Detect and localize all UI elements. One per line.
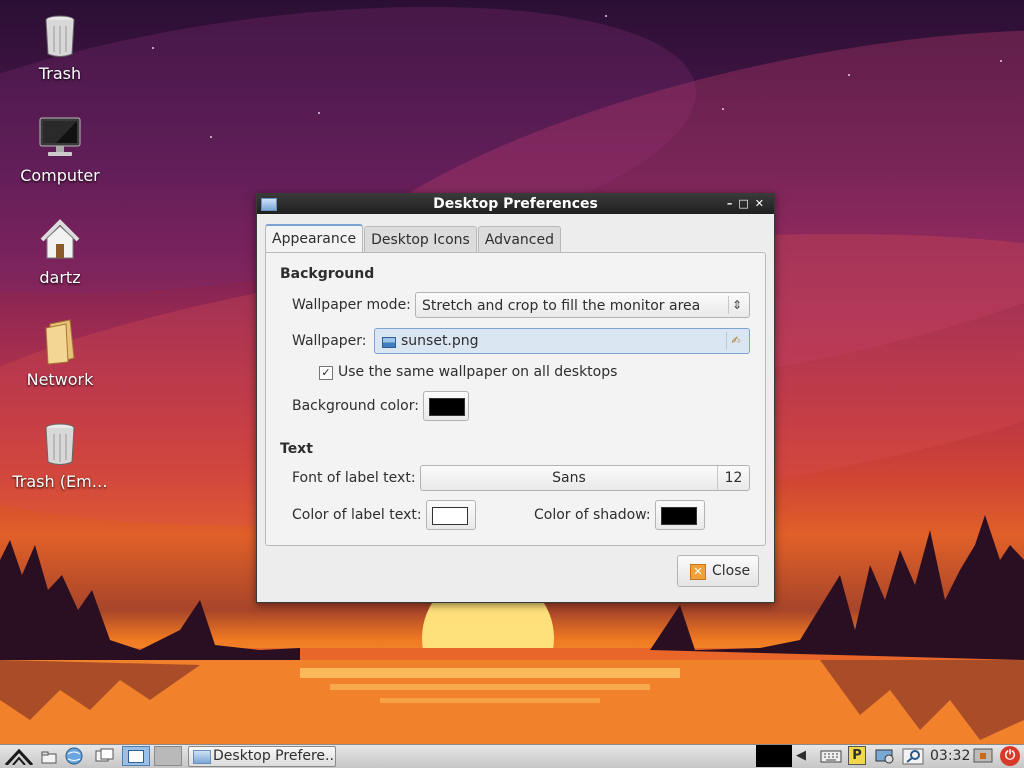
tab-advanced[interactable]: Advanced [477, 226, 561, 253]
tab-appearance[interactable]: Appearance [265, 224, 364, 254]
window-controls: –□✕ [727, 194, 770, 214]
trash-empty-icon [36, 420, 84, 468]
desktop-icon-label: dartz [39, 268, 81, 287]
start-menu-icon[interactable] [4, 747, 34, 765]
desktop-icon-home[interactable]: dartz [5, 216, 115, 287]
tab-bar: Appearance Desktop Icons Advanced [265, 224, 562, 254]
desktop-icon-label: Computer [20, 166, 100, 185]
desktop-icon-label: Network [26, 370, 94, 389]
desktop-icon-label: Trash [38, 64, 82, 83]
desktop-icon-trash-empty[interactable]: Trash (Em… [5, 420, 115, 491]
show-desktop-icon[interactable] [94, 747, 116, 765]
close-button[interactable]: ✕ Close [677, 555, 759, 587]
desktop-preferences-dialog: Desktop Preferences –□✕ Appearance Deskt… [256, 193, 775, 603]
desktop-icon-label: Trash (Em… [12, 472, 108, 491]
network-folder-icon [36, 318, 84, 366]
maximize-icon[interactable]: □ [738, 197, 754, 210]
file-picker-icon: ✍ [726, 332, 745, 350]
window-icon [261, 198, 277, 211]
font-button[interactable]: Sans 12 [420, 465, 750, 491]
shadow-color-label: Color of shadow: [534, 507, 651, 523]
cpu-monitor [756, 745, 792, 767]
close-button-label: Close [712, 563, 751, 579]
close-icon: ✕ [690, 564, 706, 580]
home-folder-icon [36, 216, 84, 264]
image-file-icon [382, 337, 396, 348]
chevron-updown-icon: ⇕ [728, 296, 745, 314]
window-icon [193, 750, 211, 764]
label-color-label: Color of label text: [292, 507, 422, 523]
package-updater-icon[interactable]: P [848, 746, 866, 765]
shadow-color-swatch [661, 507, 697, 525]
trash-icon [36, 12, 84, 60]
background-heading: Background [280, 266, 375, 282]
clock[interactable]: 03:32 [930, 745, 970, 767]
desktop-icon-network[interactable]: Network [5, 318, 115, 389]
font-label: Font of label text: [292, 470, 416, 486]
background-color-label: Background color: [292, 398, 419, 414]
same-wallpaper-label[interactable]: Use the same wallpaper on all desktops [338, 364, 617, 380]
desktop-1-icon [128, 750, 144, 763]
web-browser-icon[interactable] [64, 747, 84, 765]
network-status-icon[interactable] [874, 747, 896, 765]
label-color-button[interactable] [426, 500, 476, 530]
desktop-icon-computer[interactable]: Computer [5, 114, 115, 185]
search-icon[interactable] [902, 747, 924, 765]
wallpaper-label: Wallpaper: [292, 333, 367, 349]
taskbar: Desktop Prefere... ◀ P 03:32 ⏻ [0, 744, 1024, 768]
wallpaper-mode-value: Stretch and crop to fill the monitor are… [422, 298, 701, 314]
collapse-arrow-icon[interactable]: ◀ [796, 747, 806, 765]
keyboard-icon[interactable] [820, 747, 842, 765]
lock-screen-icon[interactable] [972, 747, 994, 765]
appearance-panel: Background Wallpaper mode: Stretch and c… [265, 252, 766, 546]
shadow-color-button[interactable] [655, 500, 705, 530]
computer-icon [36, 114, 84, 162]
wallpaper-file-name: sunset.png [401, 333, 479, 349]
wallpaper-mode-select[interactable]: Stretch and crop to fill the monitor are… [415, 292, 750, 318]
power-icon[interactable]: ⏻ [1000, 746, 1020, 766]
tab-desktop-icons[interactable]: Desktop Icons [364, 226, 477, 253]
desktop-1-button[interactable] [122, 746, 150, 766]
taskbar-window-label: Desktop Prefere... [213, 748, 336, 764]
dialog-titlebar[interactable]: Desktop Preferences –□✕ [257, 194, 774, 214]
dialog-title: Desktop Preferences [433, 196, 598, 212]
background-color-swatch [429, 398, 465, 416]
wallpaper-file-chooser[interactable]: sunset.png ✍ [374, 328, 750, 354]
close-icon[interactable]: ✕ [755, 197, 770, 210]
text-heading: Text [280, 441, 313, 457]
wallpaper-mode-label: Wallpaper mode: [292, 297, 411, 313]
desktop-2-button[interactable] [154, 746, 182, 766]
label-color-swatch [432, 507, 468, 525]
desktop-icon-trash[interactable]: Trash [5, 12, 115, 83]
same-wallpaper-checkbox[interactable]: ✓ [319, 366, 333, 380]
font-name: Sans [552, 470, 586, 486]
minimize-icon[interactable]: – [727, 197, 739, 210]
background-color-button[interactable] [423, 391, 469, 421]
taskbar-window-button[interactable]: Desktop Prefere... [188, 746, 336, 767]
font-size: 12 [717, 466, 749, 490]
file-manager-icon[interactable] [40, 747, 58, 765]
